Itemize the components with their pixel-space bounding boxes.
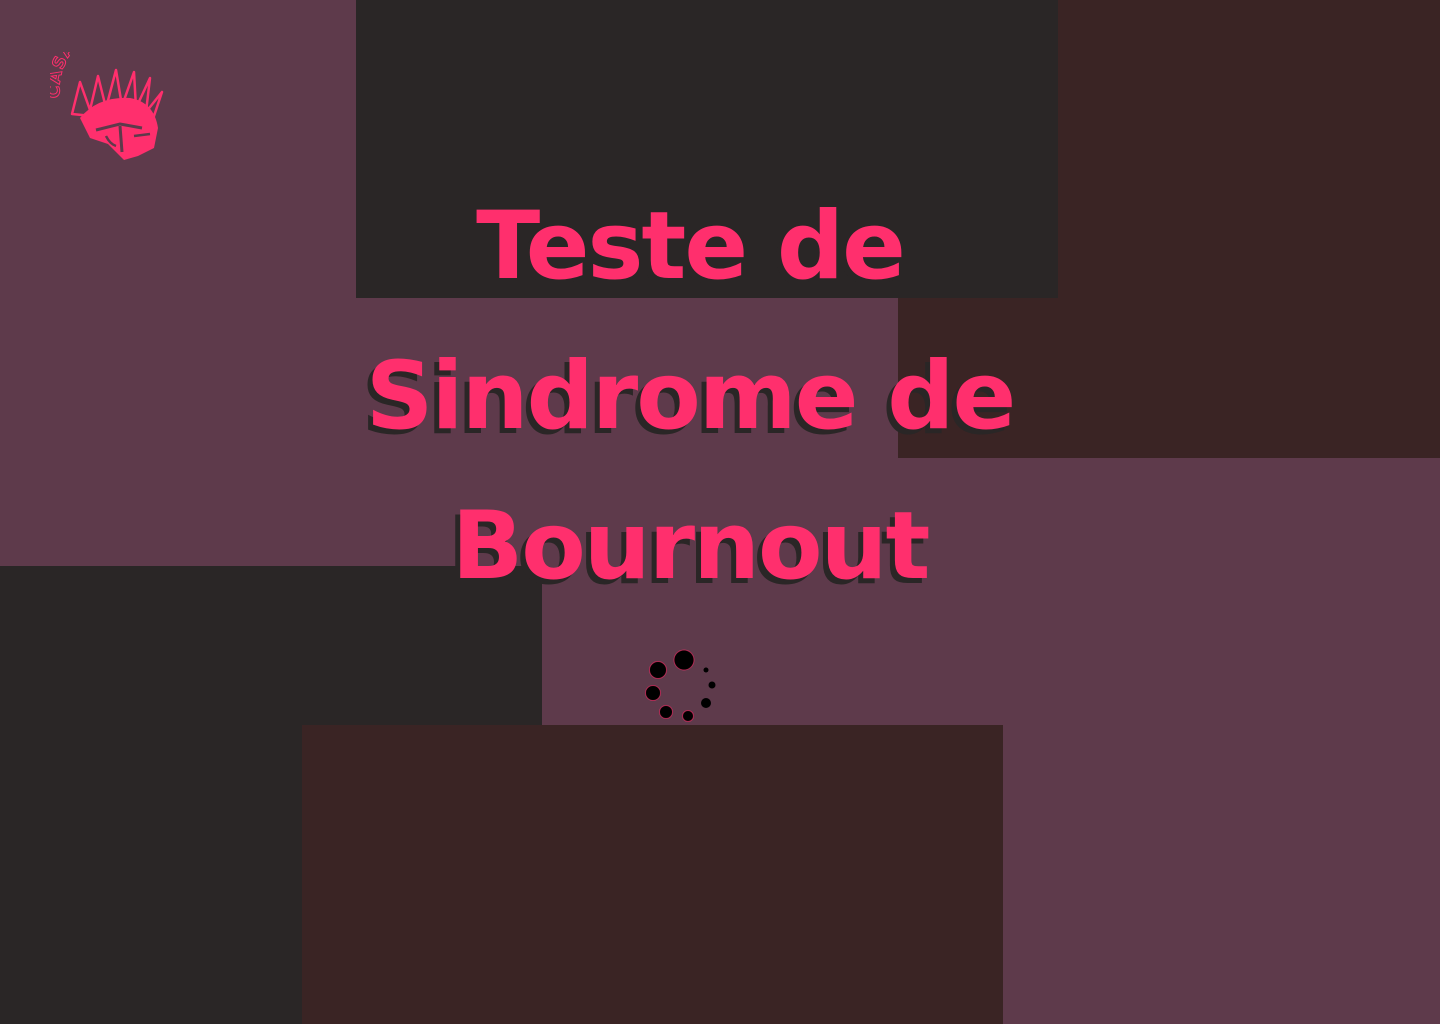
title-line-3: Bournout bbox=[451, 492, 931, 601]
spartan-helmet-icon: CASART T.I bbox=[44, 11, 164, 160]
background-block-right bbox=[1058, 0, 1440, 458]
casart-logo: CASART T.I bbox=[44, 11, 190, 164]
background-block-bottom bbox=[302, 725, 1003, 1024]
title-line-2: Sindrome de bbox=[365, 342, 1017, 451]
title-line-1: Teste de bbox=[476, 192, 906, 301]
loading-spinner-icon bbox=[640, 646, 720, 726]
page-title: Teste de Sindrome de Bournout bbox=[340, 172, 1040, 622]
